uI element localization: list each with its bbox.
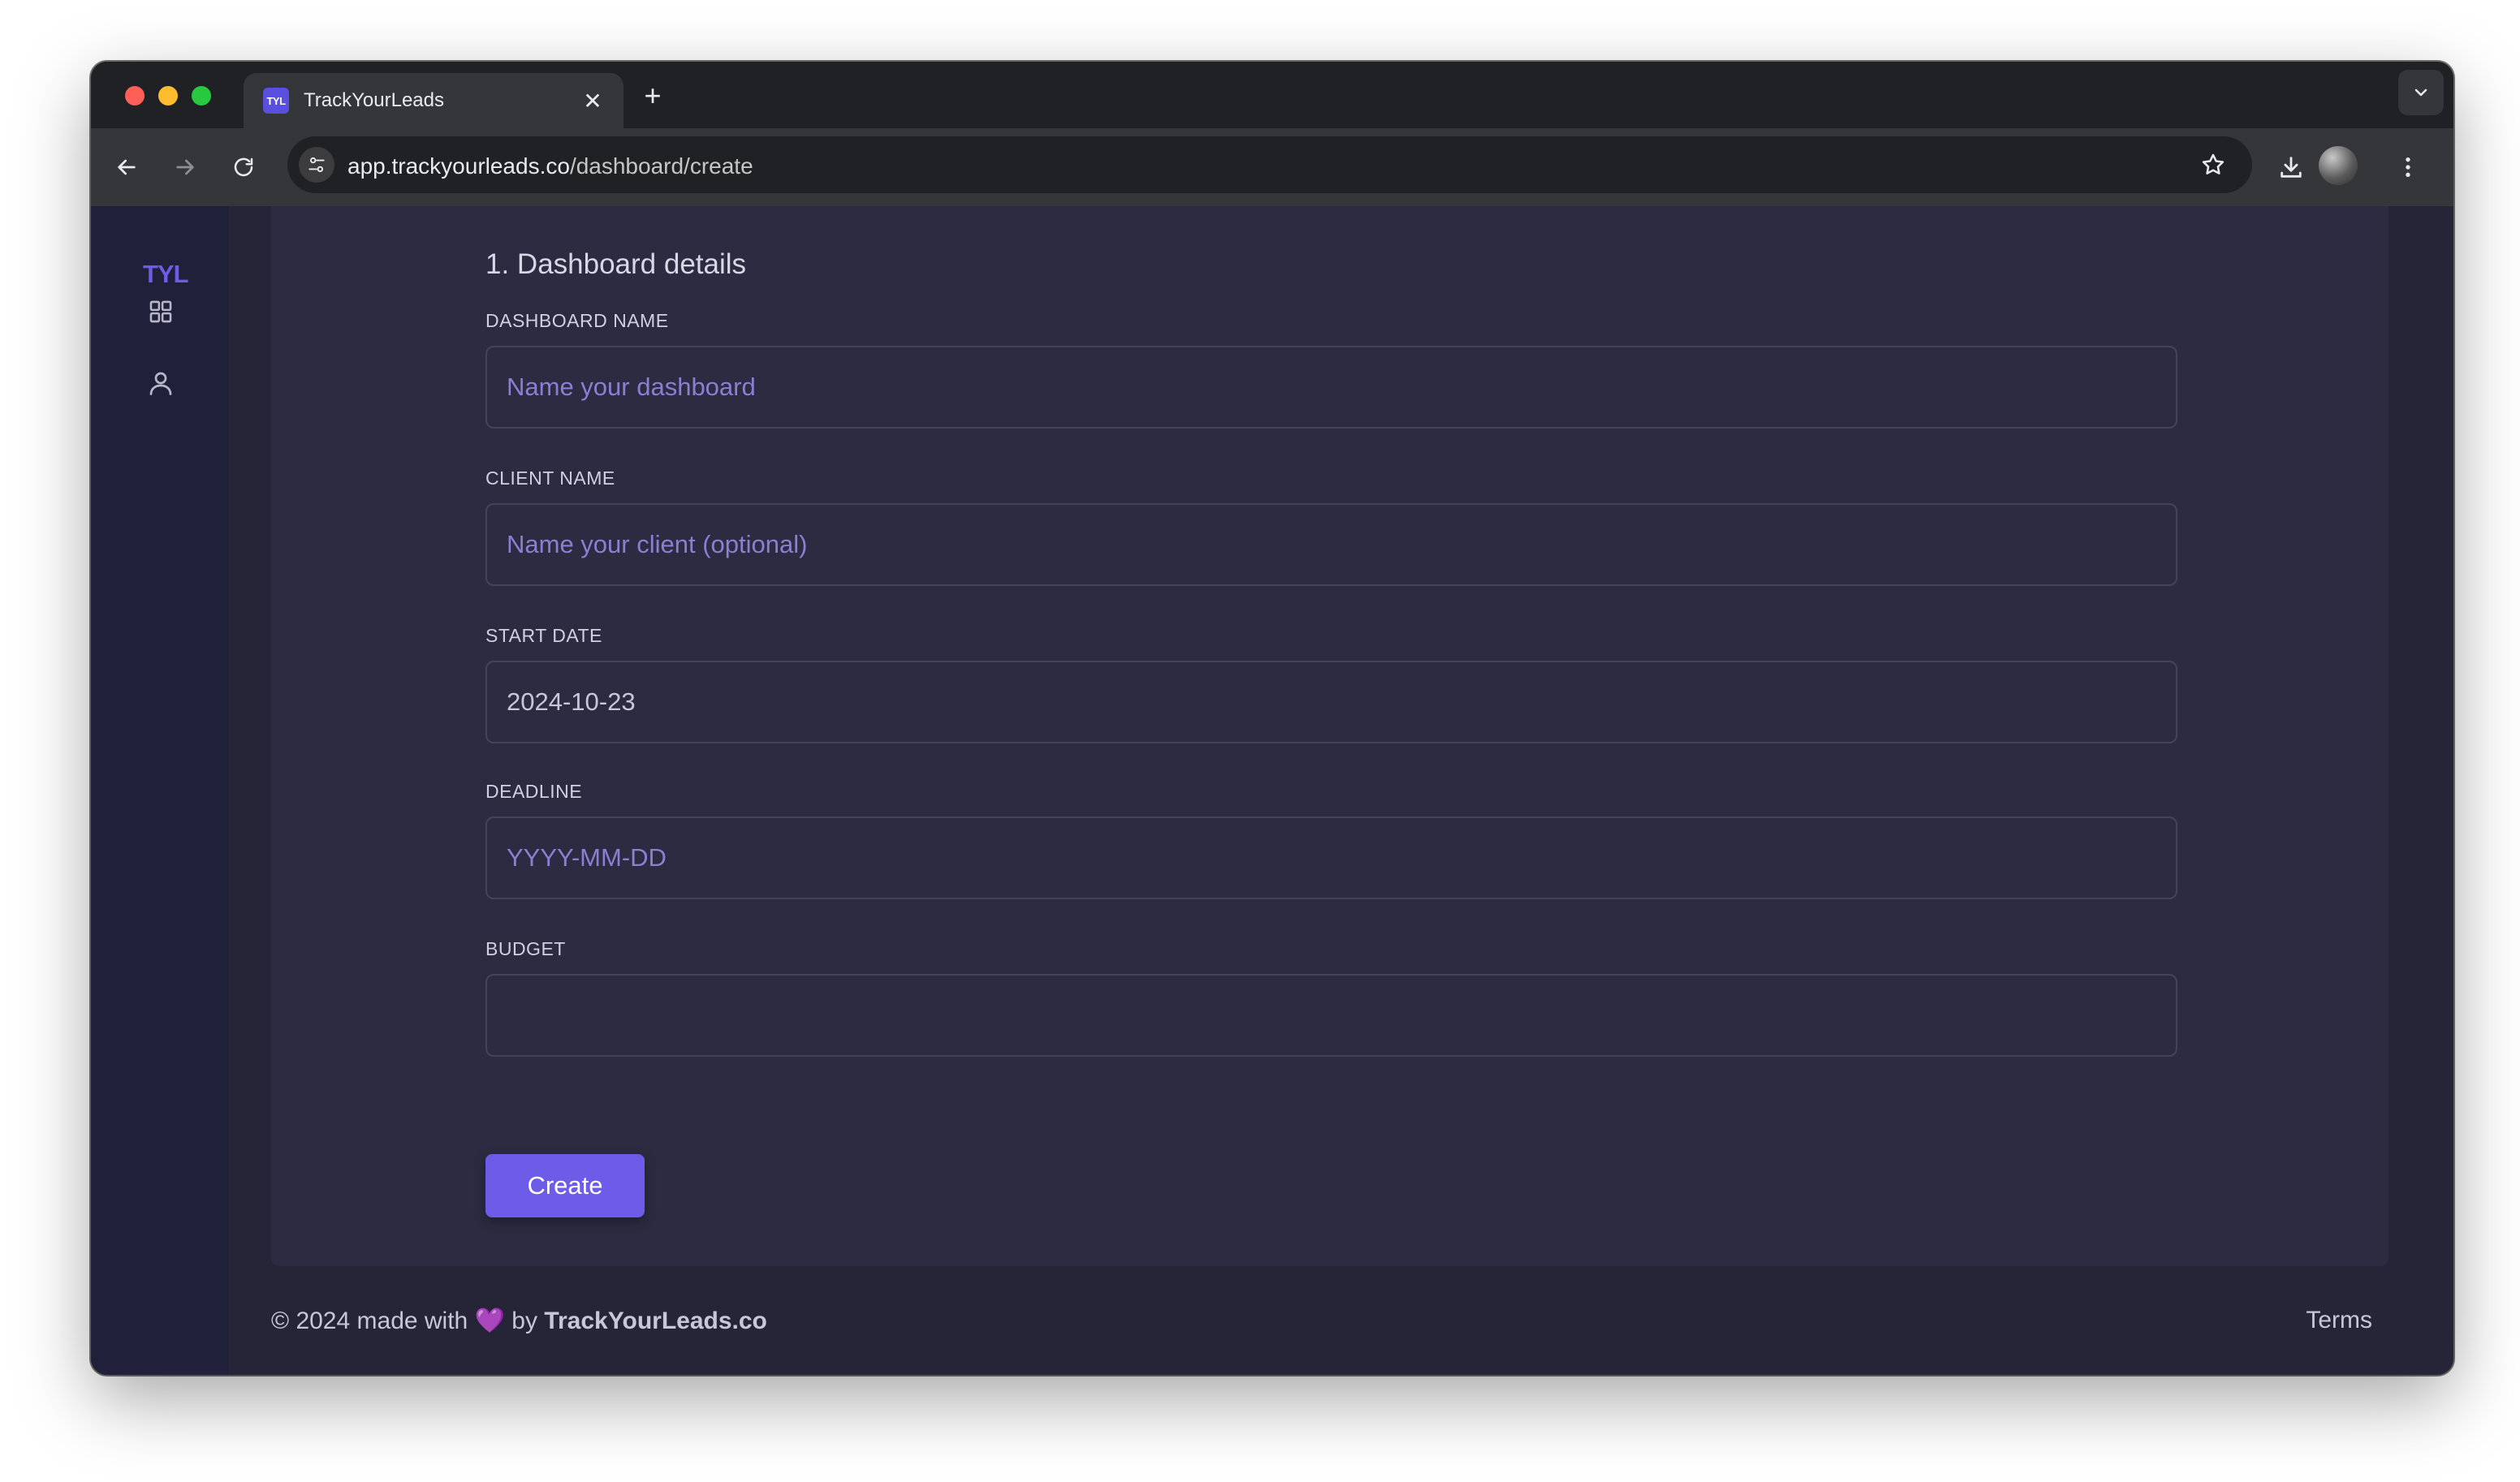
star-icon — [2202, 153, 2224, 174]
create-button[interactable]: Create — [485, 1154, 645, 1217]
footer-credits: © 2024 made with 💜 by TrackYourLeads.co — [271, 1307, 767, 1335]
start-date-label: START DATE — [485, 625, 602, 646]
profile-avatar[interactable] — [2319, 146, 2358, 185]
deadline-label: DEADLINE — [485, 781, 583, 802]
footer-by: by — [511, 1308, 537, 1334]
user-icon — [149, 372, 172, 395]
browser-window: TYL TrackYourLeads ✕ + app.trackyourlead… — [91, 62, 2453, 1375]
tab-strip: TYL TrackYourLeads ✕ + — [91, 62, 2453, 128]
client-name-label: CLIENT NAME — [485, 467, 615, 489]
dashboard-name-label: DASHBOARD NAME — [485, 310, 669, 331]
main-content: 1. Dashboard details DASHBOARD NAME CLIE… — [229, 206, 2453, 1375]
maximize-window-button[interactable] — [192, 86, 211, 106]
site-info-button[interactable] — [299, 147, 334, 183]
deadline-input[interactable] — [485, 816, 2177, 899]
terms-link[interactable]: Terms — [2306, 1307, 2372, 1334]
url-path: /dashboard/create — [569, 153, 753, 179]
browser-tab[interactable]: TYL TrackYourLeads ✕ — [244, 73, 624, 128]
app-logo[interactable]: TYL — [143, 260, 189, 289]
more-vertical-icon — [2406, 157, 2410, 177]
new-tab-icon[interactable]: + — [635, 78, 671, 114]
start-date-input[interactable] — [485, 661, 2177, 743]
heart-icon: 💜 — [474, 1308, 505, 1334]
footer-prefix: © 2024 made with — [271, 1308, 468, 1334]
browser-menu-button[interactable] — [2388, 148, 2427, 187]
close-window-button[interactable] — [125, 86, 145, 106]
page-viewport: TYL 1. Dashboard details DASHBOARD NAME … — [91, 206, 2453, 1375]
back-button[interactable] — [107, 148, 146, 187]
dashboard-name-input[interactable] — [485, 346, 2177, 429]
section-title: 1. Dashboard details — [485, 248, 747, 280]
minimize-window-button[interactable] — [158, 86, 178, 106]
address-bar[interactable]: app.trackyourleads.co/dashboard/create — [287, 136, 2252, 193]
url-text: app.trackyourleads.co/dashboard/create — [347, 153, 753, 179]
browser-toolbar: app.trackyourleads.co/dashboard/create — [91, 128, 2453, 206]
arrow-right-icon — [176, 159, 194, 175]
budget-label: BUDGET — [485, 938, 566, 959]
tab-favicon-icon: TYL — [263, 88, 289, 114]
tab-search-button[interactable] — [2398, 70, 2444, 115]
forward-button[interactable] — [166, 148, 205, 187]
sidebar: TYL — [91, 206, 229, 1375]
client-name-input[interactable] — [485, 503, 2177, 586]
url-host: app.trackyourleads.co — [347, 153, 570, 179]
budget-input[interactable] — [485, 974, 2177, 1057]
tab-title: TrackYourLeads — [304, 89, 444, 111]
chevron-down-icon — [2414, 88, 2427, 97]
create-dashboard-card: 1. Dashboard details DASHBOARD NAME CLIE… — [271, 206, 2388, 1266]
bookmark-star-button[interactable] — [2197, 149, 2229, 181]
tab-close-icon[interactable]: ✕ — [576, 84, 609, 117]
sidebar-item-account[interactable] — [141, 364, 180, 403]
reload-icon — [234, 157, 253, 177]
grid-icon — [149, 300, 172, 323]
tune-icon — [309, 157, 325, 173]
footer-brand-link[interactable]: TrackYourLeads.co — [544, 1308, 767, 1334]
window-controls — [125, 86, 211, 106]
sidebar-item-dashboards[interactable] — [141, 292, 180, 331]
download-icon — [2281, 157, 2302, 178]
arrow-left-icon — [118, 159, 136, 175]
reload-button[interactable] — [224, 148, 263, 187]
downloads-button[interactable] — [2272, 148, 2311, 187]
